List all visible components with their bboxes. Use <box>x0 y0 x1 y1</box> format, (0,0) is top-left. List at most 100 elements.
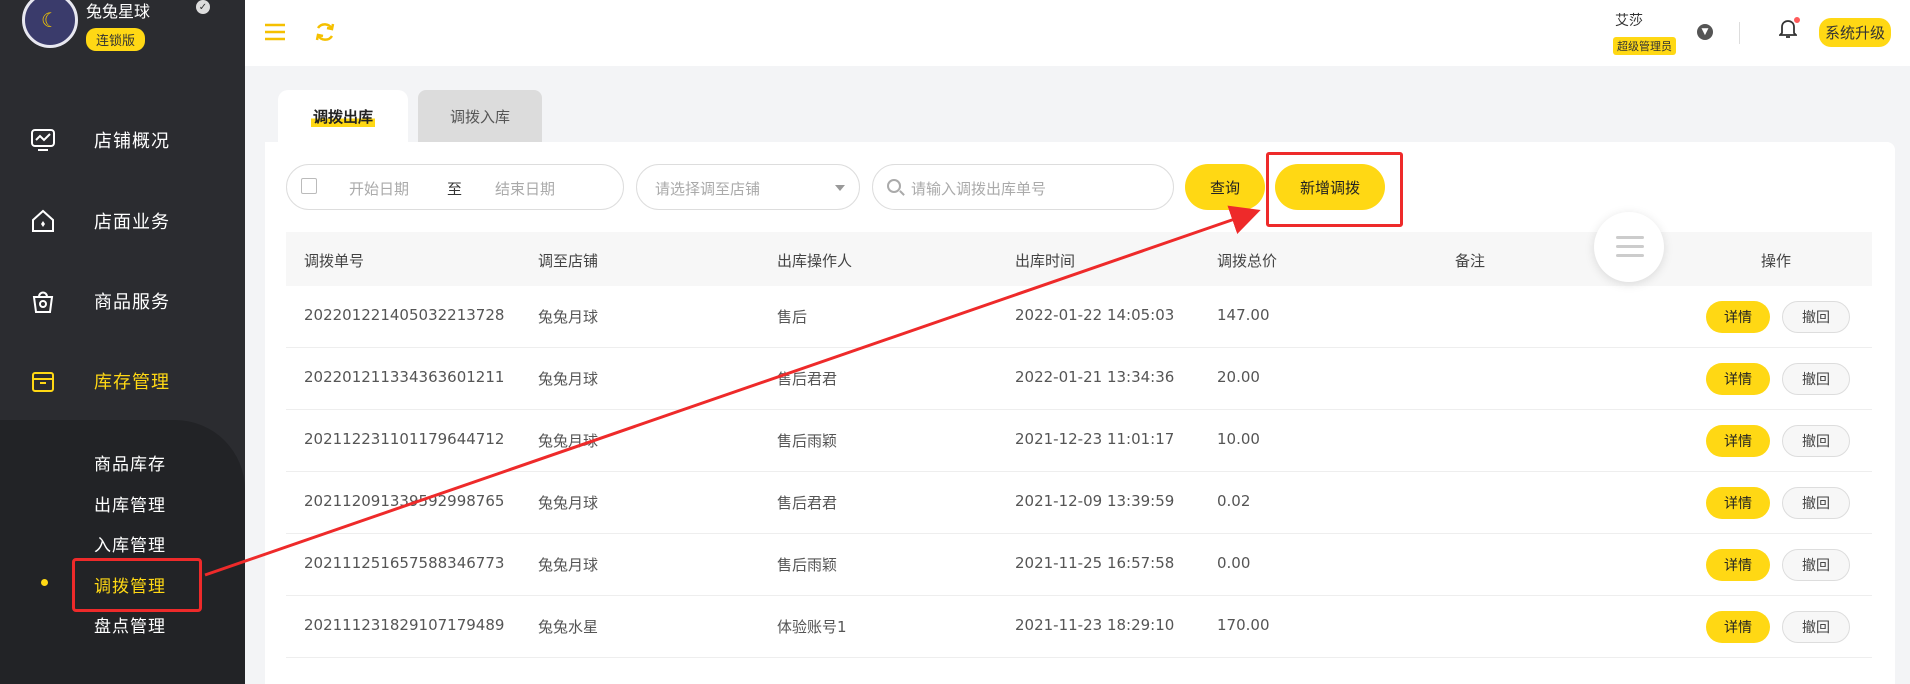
cell-out-time: 2021-11-23 18:29:10 <box>1015 616 1175 634</box>
bag-icon <box>28 286 58 316</box>
store-select[interactable]: 请选择调至店铺 <box>636 164 860 210</box>
query-button[interactable]: 查询 <box>1185 164 1265 210</box>
tab-transfer-out[interactable]: 调拨出库 <box>278 90 408 142</box>
nav-item-store-overview[interactable]: 店铺概况 <box>0 100 245 180</box>
nav-item-product-service[interactable]: 商品服务 <box>0 261 245 341</box>
th-target-store: 调至店铺 <box>538 252 599 270</box>
notification-dot <box>1793 16 1801 24</box>
revoke-button[interactable]: 撤回 <box>1782 425 1850 457</box>
cell-order-no: 202111231829107179489 <box>304 616 505 634</box>
cell-total: 170.00 <box>1217 616 1270 634</box>
cell-total: 147.00 <box>1217 306 1270 324</box>
detail-button[interactable]: 详情 <box>1706 363 1770 395</box>
sub-item-stocktake[interactable]: 盘点管理 <box>94 612 166 637</box>
cell-order-no: 202112091339592998765 <box>304 492 505 510</box>
cell-order-no: 202201221405032213728 <box>304 306 505 324</box>
cell-total: 0.02 <box>1217 492 1251 510</box>
house-icon <box>28 206 58 236</box>
end-date-input[interactable]: 结束日期 <box>495 178 555 199</box>
nav-item-store-business[interactable]: 店面业务 <box>0 181 245 261</box>
cell-order-no: 202201211334363601211 <box>304 368 505 386</box>
highlight-box-transfer-menu <box>72 558 202 612</box>
th-operator: 出库操作人 <box>777 252 853 270</box>
cell-operator: 售后 <box>777 308 808 326</box>
order-number-search-input[interactable]: 请输入调拨出库单号 <box>872 164 1174 210</box>
revoke-button[interactable]: 撤回 <box>1782 487 1850 519</box>
date-range-separator: 至 <box>447 180 463 198</box>
cell-order-no: 202111251657588346773 <box>304 554 505 572</box>
topbar: 艾莎 超级管理员 ▼ 系统升级 <box>245 0 1910 66</box>
table-row: 202111231829107179489 兔兔水星 体验账号1 2021-11-23… <box>286 596 1872 658</box>
tab-transfer-in[interactable]: 调拨入库 <box>418 90 542 142</box>
detail-button[interactable]: 详情 <box>1706 487 1770 519</box>
revoke-button[interactable]: 撤回 <box>1782 611 1850 643</box>
revoke-button[interactable]: 撤回 <box>1782 301 1850 333</box>
nav-label: 库存管理 <box>94 372 170 393</box>
cell-target-store: 兔兔月球 <box>538 370 599 388</box>
cell-operator: 售后君君 <box>777 370 838 388</box>
cell-target-store: 兔兔月球 <box>538 308 599 326</box>
sub-item-product-stock[interactable]: 商品库存 <box>94 450 166 475</box>
refresh-icon[interactable] <box>313 20 337 44</box>
chevron-down-icon[interactable]: ▼ <box>1697 24 1713 40</box>
nav-label: 店面业务 <box>94 212 170 233</box>
brand-edition-badge: 连锁版 <box>86 28 146 51</box>
sub-item-inbound[interactable]: 入库管理 <box>94 531 166 556</box>
th-actions: 操作 <box>1761 252 1792 270</box>
date-range-picker[interactable]: 开始日期 至 结束日期 <box>286 164 624 210</box>
nav-label: 店铺概况 <box>94 131 170 152</box>
active-dot <box>41 579 48 586</box>
table-row: 202112091339592998765 兔兔月球 售后君君 2021-12-09 … <box>286 472 1872 534</box>
brand-name: 兔兔星球 <box>86 2 151 21</box>
tab-label: 调拨出库 <box>310 105 375 127</box>
table-row: 202112231101179644712 兔兔月球 售后雨颖 2021-12-23 … <box>286 410 1872 472</box>
cell-out-time: 2022-01-21 13:34:36 <box>1015 368 1175 386</box>
cell-operator: 售后雨颖 <box>777 556 838 574</box>
divider <box>1739 22 1740 44</box>
box-icon <box>28 366 58 396</box>
detail-button[interactable]: 详情 <box>1706 549 1770 581</box>
table-row: 202201221405032213728 兔兔月球 售后 2022-01-22 14… <box>286 286 1872 348</box>
cell-total: 10.00 <box>1217 430 1260 448</box>
start-date-input[interactable]: 开始日期 <box>349 178 409 199</box>
revoke-button[interactable]: 撤回 <box>1782 549 1850 581</box>
cell-order-no: 202112231101179644712 <box>304 430 505 448</box>
th-total: 调拨总价 <box>1217 252 1278 270</box>
cell-total: 0.00 <box>1217 554 1251 572</box>
revoke-button[interactable]: 撤回 <box>1782 363 1850 395</box>
brand-dropdown-icon[interactable]: ✓ <box>196 0 210 14</box>
sub-item-outbound[interactable]: 出库管理 <box>94 491 166 516</box>
table-row: 202111251657588346773 兔兔月球 售后雨颖 2021-11-25 … <box>286 534 1872 596</box>
detail-button[interactable]: 详情 <box>1706 425 1770 457</box>
search-placeholder: 请输入调拨出库单号 <box>911 180 1047 198</box>
nav-label: 商品服务 <box>94 292 170 313</box>
th-out-time: 出库时间 <box>1015 252 1076 270</box>
caret-down-icon <box>835 185 845 191</box>
menu-toggle-icon[interactable] <box>263 20 287 44</box>
cell-target-store: 兔兔月球 <box>538 556 599 574</box>
cell-out-time: 2022-01-22 14:05:03 <box>1015 306 1175 324</box>
user-name[interactable]: 艾莎 <box>1615 10 1643 30</box>
cell-operator: 售后雨颖 <box>777 432 838 450</box>
detail-button[interactable]: 详情 <box>1706 301 1770 333</box>
nav-item-inventory[interactable]: 库存管理 <box>0 341 245 421</box>
th-order-no: 调拨单号 <box>304 252 365 270</box>
search-icon <box>887 179 901 193</box>
highlight-box-add-transfer <box>1266 152 1403 227</box>
calendar-icon <box>301 178 317 194</box>
user-role-badge: 超级管理员 <box>1613 37 1676 55</box>
upgrade-button[interactable]: 系统升级 <box>1819 18 1892 47</box>
cell-target-store: 兔兔月球 <box>538 432 599 450</box>
store-select-placeholder: 请选择调至店铺 <box>655 180 761 198</box>
cell-total: 20.00 <box>1217 368 1260 386</box>
detail-button[interactable]: 详情 <box>1706 611 1770 643</box>
cell-out-time: 2021-11-25 16:57:58 <box>1015 554 1175 572</box>
cell-operator: 体验账号1 <box>777 618 847 636</box>
cell-target-store: 兔兔水星 <box>538 618 599 636</box>
cell-target-store: 兔兔月球 <box>538 494 599 512</box>
table-row: 202201211334363601211 兔兔月球 售后君君 2022-01-21 … <box>286 348 1872 410</box>
cell-operator: 售后君君 <box>777 494 838 512</box>
list-toggle-icon[interactable] <box>1594 212 1664 282</box>
th-note: 备注 <box>1455 252 1486 270</box>
cell-out-time: 2021-12-09 13:39:59 <box>1015 492 1175 510</box>
